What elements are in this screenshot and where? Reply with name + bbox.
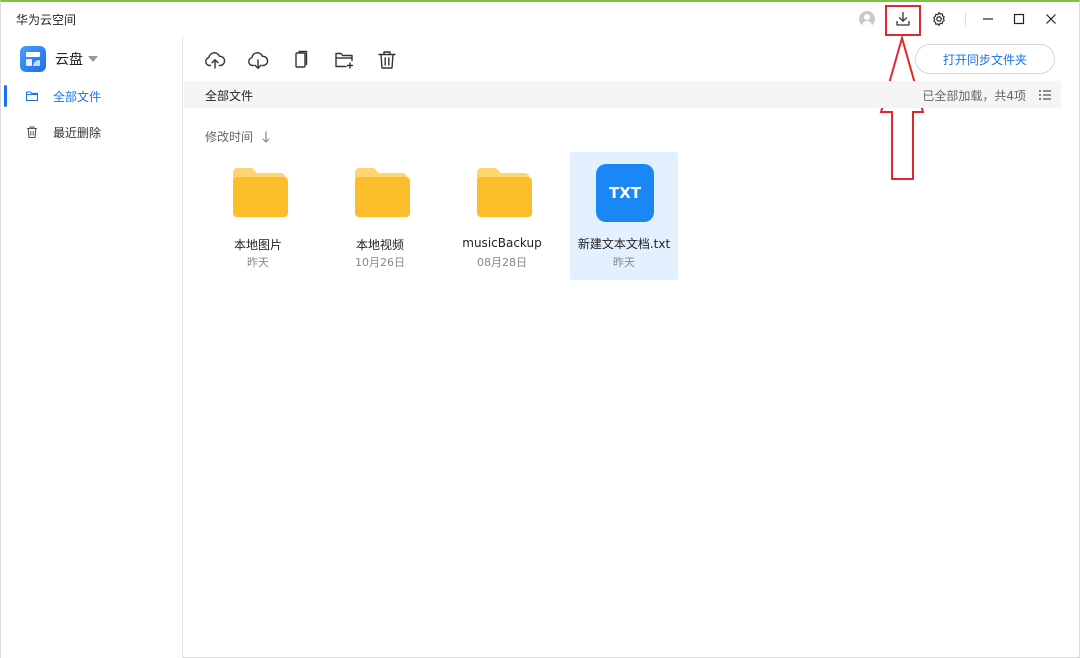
arrow-down-icon bbox=[262, 130, 270, 143]
download-button[interactable] bbox=[246, 48, 270, 72]
folder-icon bbox=[477, 168, 532, 217]
file-item-folder[interactable]: 本地视频 10月26日 bbox=[326, 152, 434, 280]
sidebar: 云盘 全部文件 最近删除 bbox=[1, 36, 183, 658]
download-cloud-icon bbox=[248, 52, 269, 69]
breadcrumb[interactable]: 全部文件 bbox=[205, 87, 253, 104]
file-name: 新建文本文档.txt bbox=[577, 237, 671, 251]
file-date: 08月28日 bbox=[477, 256, 527, 269]
minimize-button[interactable] bbox=[976, 7, 1000, 31]
folder-icon bbox=[355, 168, 410, 217]
file-date: 10月26日 bbox=[355, 256, 405, 269]
delete-icon bbox=[378, 51, 396, 69]
user-avatar-icon[interactable] bbox=[859, 11, 875, 27]
file-date: 昨天 bbox=[613, 256, 635, 269]
path-bar: 全部文件 已全部加载，共4项 bbox=[184, 81, 1061, 108]
drive-switcher[interactable]: 云盘 bbox=[20, 46, 98, 72]
close-button[interactable] bbox=[1039, 7, 1063, 31]
file-item-folder[interactable]: musicBackup 08月28日 bbox=[448, 152, 556, 280]
cloud-drive-logo-icon bbox=[20, 46, 46, 72]
app-title: 华为云空间 bbox=[16, 13, 77, 27]
trash-icon bbox=[27, 126, 37, 139]
annotation-highlight-box bbox=[885, 5, 921, 36]
sort-by-modified-time[interactable]: 修改时间 bbox=[205, 128, 271, 145]
open-sync-folder-button[interactable]: 打开同步文件夹 bbox=[915, 44, 1055, 74]
sidebar-item-all-files[interactable]: 全部文件 bbox=[1, 81, 182, 111]
copy-icon bbox=[295, 50, 308, 68]
file-item-folder[interactable]: 本地图片 昨天 bbox=[204, 152, 312, 280]
sort-label: 修改时间 bbox=[205, 130, 254, 144]
upload-cloud-icon bbox=[205, 52, 226, 69]
app-window: 华为云空间 云盘 全部文件 最近删除 打开同步文件夹 全部文件 已全部加载，共4… bbox=[0, 0, 1080, 658]
folder-outline-icon bbox=[25, 91, 39, 102]
copy-button[interactable] bbox=[289, 48, 313, 72]
gear-icon bbox=[933, 11, 945, 27]
folder-icon bbox=[233, 168, 288, 217]
minimize-icon bbox=[983, 18, 993, 20]
delete-button[interactable] bbox=[375, 48, 399, 72]
list-view-icon[interactable] bbox=[1037, 87, 1053, 103]
titlebar-divider bbox=[965, 12, 966, 26]
sidebar-item-label: 最近删除 bbox=[53, 126, 102, 140]
txt-file-icon: TXT bbox=[596, 164, 654, 222]
new-folder-icon bbox=[335, 52, 354, 69]
settings-button[interactable] bbox=[927, 7, 951, 31]
file-name: musicBackup bbox=[462, 236, 542, 250]
close-icon bbox=[1046, 14, 1056, 24]
drive-label: 云盘 bbox=[55, 52, 83, 68]
maximize-button[interactable] bbox=[1007, 7, 1031, 31]
file-name: 本地图片 bbox=[233, 238, 282, 252]
file-item-txt[interactable]: TXT 新建文本文档.txt 昨天 bbox=[570, 152, 678, 280]
file-name: 本地视频 bbox=[355, 238, 404, 252]
sidebar-item-recently-deleted[interactable]: 最近删除 bbox=[1, 117, 182, 147]
caret-down-icon bbox=[88, 56, 98, 62]
maximize-icon bbox=[1013, 13, 1025, 25]
file-date: 昨天 bbox=[247, 256, 269, 269]
sidebar-item-label: 全部文件 bbox=[53, 90, 102, 104]
new-folder-button[interactable] bbox=[332, 48, 356, 72]
load-status-text: 已全部加载，共4项 bbox=[922, 89, 1026, 103]
upload-button[interactable] bbox=[203, 48, 227, 72]
